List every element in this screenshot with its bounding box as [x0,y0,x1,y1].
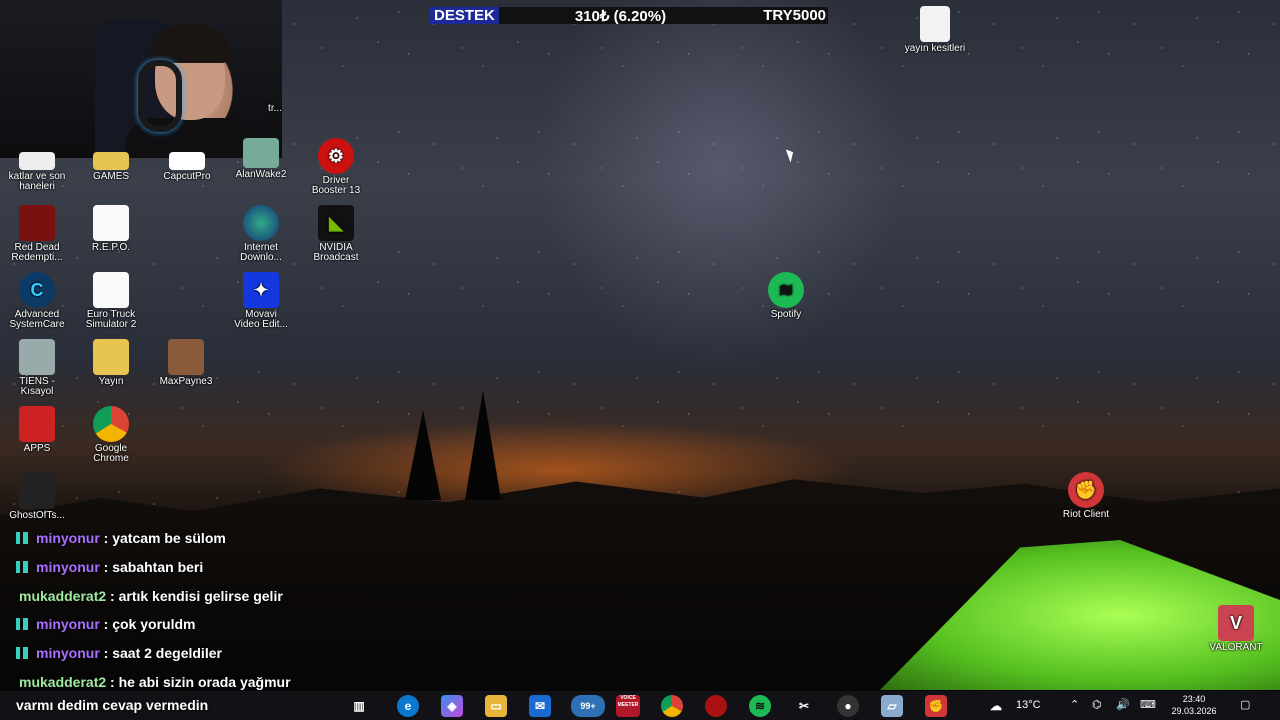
game-icon [19,473,55,509]
folder-icon [93,152,129,170]
desktop-icon-tiens[interactable]: TİENS - Kısayol [2,339,72,397]
desktop-icon-katlar[interactable]: katlar ve son haneleri [2,152,72,192]
show-hidden-icons[interactable]: ⌃ [1070,691,1079,720]
file-icon [920,6,950,42]
chrome-icon [93,406,129,442]
desktop-icon-yayin[interactable]: Yayın [76,339,146,387]
clock-time: 23:40 [1182,694,1206,704]
desktop-icon-repo[interactable]: R.E.P.O. [76,205,146,253]
desktop-icon-google-chrome[interactable]: Google Chrome [76,406,146,464]
riot-taskbar-icon[interactable]: ✊ [925,695,947,717]
shortcut-icon [19,339,55,375]
donation-amount: 310₺ (6.20%) [574,7,667,25]
desktop-icon-partial-label: tr... [268,103,282,114]
driver-booster-taskbar-icon[interactable] [705,695,727,717]
desktop-icon-nvidia-broadcast[interactable]: ◣ NVIDIA Broadcast [301,205,371,263]
donation-label: DESTEK [430,7,499,24]
chat-message: minyonur : yatcam be sülom [16,530,226,546]
riot-icon: ✊ [1068,472,1104,508]
desktop-icon-red-dead[interactable]: Red Dead Redempti... [2,205,72,263]
notifications-icon[interactable]: ▢ [1240,691,1250,720]
desktop-icon-ghostoftsushima[interactable]: GhostOfTs... [2,473,72,521]
desktop-icon-maxpayne3[interactable]: MaxPayne3 [151,339,221,387]
movavi-icon: ✦ [243,272,279,308]
copilot-icon[interactable]: ◈ [441,695,463,717]
spotify-taskbar-icon[interactable]: ≋ [749,695,771,717]
nvidia-icon: ◣ [318,205,354,241]
subscriber-badge-icon [16,532,28,544]
systemcare-icon: C [19,272,55,308]
desktop-icon-internet-download[interactable]: Internet Downlo... [226,205,296,263]
clock-date: 29.03.2026 [1171,706,1217,716]
chat-message: mukadderat2 : he abi sizin orada yağmur [19,674,291,690]
notification-badge[interactable]: 99+ [571,695,605,717]
desktop-icon-games[interactable]: GAMES [76,152,146,182]
edge-icon[interactable]: e [397,695,419,717]
file-explorer-icon[interactable]: ▭ [485,695,507,717]
chat-message: minyonur : sabahtan beri [16,559,203,575]
chat-message: minyonur : saat 2 degeldiler [16,645,222,661]
weather-icon[interactable]: ☁ [984,695,1008,717]
desktop-icon-capcutpro[interactable]: CapcutPro [152,152,222,182]
mail-icon[interactable]: ✉ [529,695,551,717]
driver-booster-icon: ⚙ [318,138,354,174]
obs-icon[interactable]: ● [837,695,859,717]
desktop-icon-apps[interactable]: APPS [2,406,72,454]
desktop-icon-spotify[interactable]: ≋ Spotify [751,272,821,320]
desktop-icon-yayin-kesitleri[interactable]: yayın kesitleri [900,6,970,54]
wallpaper-tree [405,410,441,500]
chat-message: mukadderat2 : artık kendisi gelirse geli… [19,588,283,604]
desktop-icon-alanwake2[interactable]: AlanWake2 [226,138,296,180]
capcut-taskbar-icon[interactable]: ✂ [793,695,815,717]
desktop-icon-advanced-systemcare[interactable]: C Advanced SystemCare [2,272,72,330]
language-icon[interactable]: ⌨ [1140,691,1156,720]
subscriber-badge-icon [16,647,28,659]
maxpayne-icon [168,339,204,375]
chrome-taskbar-icon[interactable] [661,695,683,717]
volume-icon[interactable]: 🔊 [1116,691,1130,720]
voicemeeter-icon[interactable]: VOICE MEETER [616,695,640,717]
weather-temp[interactable]: 13°C [1016,691,1041,720]
desktop-icon-riot-client[interactable]: ✊ Riot Client [1051,472,1121,520]
rdr-icon [19,205,55,241]
folder-icon [93,339,129,375]
network-icon[interactable]: ⌬ [1092,691,1102,720]
donation-goal-bar: DESTEK 310₺ (6.20%) TRY5000 [430,7,828,25]
spotify-icon: ≋ [768,272,804,308]
desktop-icon-euro-truck[interactable]: Euro Truck Simulator 2 [76,272,146,330]
file-icon [93,205,129,241]
chat-message-continuation: varmı dedim cevap vermedin [16,697,209,713]
task-view-icon[interactable]: ▥ [348,695,370,717]
donation-goal: TRY5000 [763,7,826,24]
webcam-overlay [0,0,282,158]
subscriber-badge-icon [16,561,28,573]
notepad-icon[interactable]: ▱ [881,695,903,717]
apps-icon [19,406,55,442]
clock[interactable]: 23:40 29.03.2026 [1164,693,1224,717]
desktop-icon-driver-booster[interactable]: ⚙ Driver Booster 13 [301,138,371,196]
valorant-icon: V [1218,605,1254,641]
subscriber-badge-icon [16,618,28,630]
chat-message: minyonur : çok yoruldm [16,616,195,632]
desktop-icon-valorant[interactable]: V VALORANT [1201,605,1271,653]
desktop-icon-movavi[interactable]: ✦ Movavi Video Edit... [226,272,296,330]
idm-icon [243,205,279,241]
wallpaper-tree [465,390,501,500]
file-icon [93,272,129,308]
